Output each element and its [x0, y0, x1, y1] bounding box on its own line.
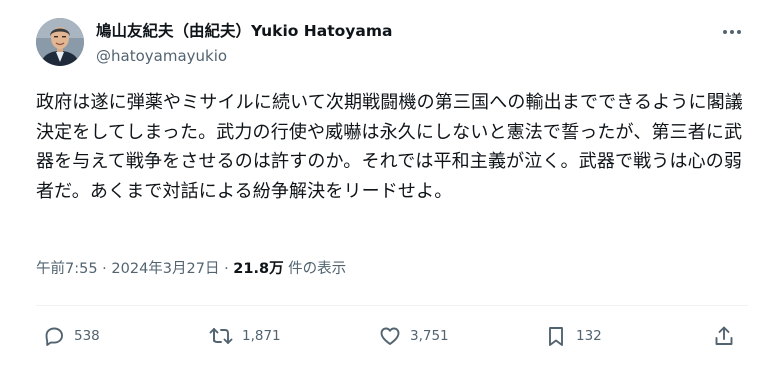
divider [36, 305, 748, 306]
share-button[interactable] [712, 318, 736, 354]
action-bar: 538 1,871 3,751 132 [36, 318, 748, 354]
retweet-count: 1,871 [242, 328, 281, 344]
retweet-button[interactable]: 1,871 [208, 318, 281, 354]
meta-separator-2: · [219, 261, 234, 277]
user-handle[interactable]: @hatoyamayukio [96, 46, 227, 66]
more-options-button[interactable] [716, 20, 748, 44]
retweet-icon [209, 328, 233, 344]
reply-icon [45, 327, 63, 346]
reply-count: 538 [74, 328, 100, 344]
like-button[interactable]: 3,751 [378, 318, 449, 354]
bookmark-count: 132 [576, 328, 602, 344]
display-name[interactable]: 鳩山友紀夫（由紀夫）Yukio Hatoyama [96, 21, 392, 41]
tweet-text: 政府は遂に弾薬やミサイルに続いて次期戦闘機の第三国への輸出までできるように閣議決… [36, 92, 743, 202]
like-count: 3,751 [410, 328, 449, 344]
tweet-date[interactable]: 2024年3月27日 [111, 261, 219, 277]
reply-button[interactable]: 538 [42, 318, 100, 354]
tweet-card: 鳩山友紀夫（由紀夫）Yukio Hatoyama @hatoyamayukio … [0, 0, 781, 376]
view-count-label[interactable]: 件の表示 [284, 261, 346, 277]
tweet-time[interactable]: 午前7:55 [36, 261, 98, 277]
bookmark-icon [549, 327, 563, 346]
heart-icon [380, 327, 400, 345]
view-count[interactable]: 21.8万 [233, 261, 283, 277]
tweet-meta: 午前7:55 · 2024年3月27日 · 21.8万 件の表示 [36, 259, 346, 279]
more-horizontal-icon [723, 30, 741, 34]
avatar-image [36, 18, 84, 66]
avatar[interactable] [36, 18, 84, 66]
share-icon [715, 326, 733, 345]
meta-separator: · [97, 261, 112, 277]
bookmark-button[interactable]: 132 [544, 318, 602, 354]
